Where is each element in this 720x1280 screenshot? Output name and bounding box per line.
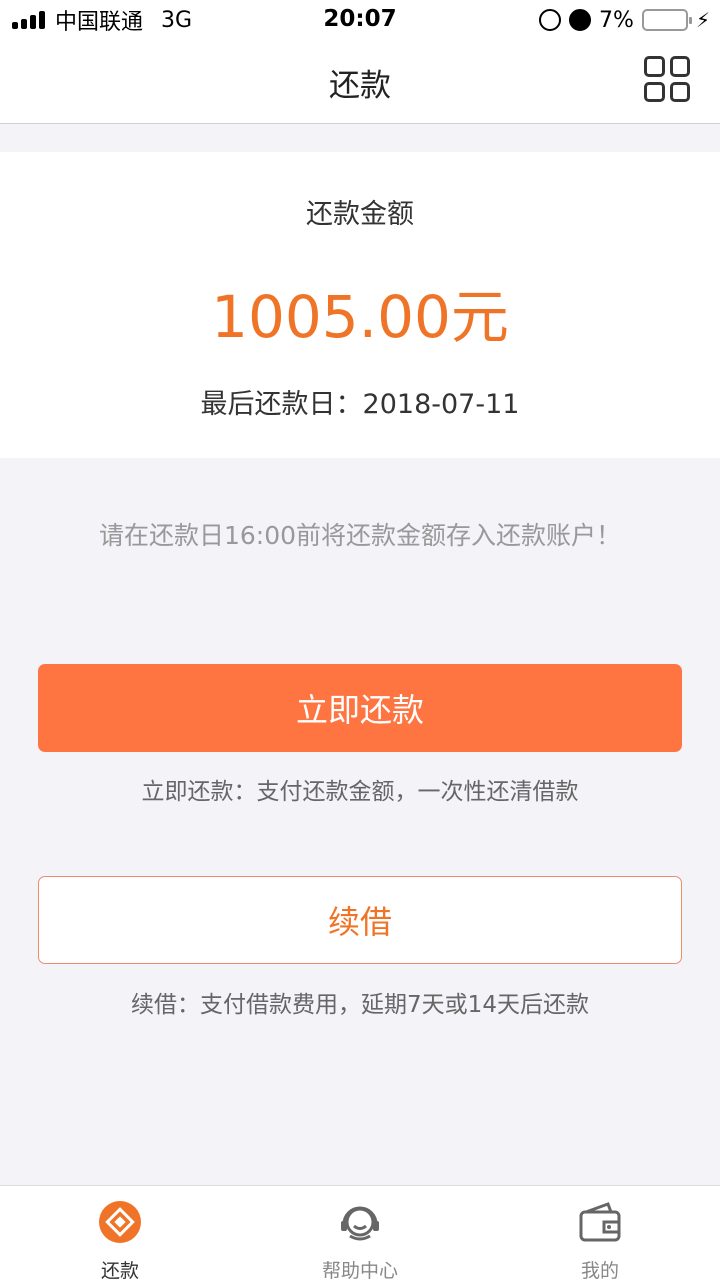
status-right: 7% ⚡ xyxy=(539,6,710,34)
due-date: 最后还款日：2018-07-11 xyxy=(200,389,520,420)
tab-mine-label: 我的 xyxy=(580,1260,619,1280)
repay-now-description: 立即还款：支付还款金额，一次性还清借款 xyxy=(141,779,579,805)
tab-repay-label: 还款 xyxy=(100,1260,139,1280)
charging-icon: ⚡ xyxy=(695,8,710,32)
tab-repay[interactable]: 还款 xyxy=(0,1186,240,1280)
amount-card: 还款金额 1005.00元 最后还款日：2018-07-11 xyxy=(0,152,720,458)
nav-bar: 还款 xyxy=(0,40,720,124)
wallet-icon xyxy=(579,1202,621,1242)
headset-icon xyxy=(341,1206,379,1241)
battery-percent: 7% xyxy=(599,7,634,33)
tab-mine[interactable]: 我的 xyxy=(480,1186,720,1280)
renew-description: 续借：支付借款费用，延期7天或14天后还款 xyxy=(131,992,589,1018)
alarm-icon xyxy=(569,9,592,31)
grid-icon[interactable] xyxy=(644,56,690,102)
repay-icon xyxy=(99,1201,141,1243)
repayment-notice: 请在还款日16:00前将还款金额存入还款账户！ xyxy=(98,521,622,550)
renew-button[interactable]: 续借 xyxy=(38,876,682,964)
status-bar: 中国联通 3G 20:07 7% ⚡ xyxy=(0,0,720,40)
repay-now-button[interactable]: 立即还款 xyxy=(38,664,682,752)
rotation-lock-icon xyxy=(539,9,562,31)
amount-value: 1005.00元 xyxy=(211,283,509,351)
amount-label: 还款金额 xyxy=(306,199,414,230)
tab-help-center-label: 帮助中心 xyxy=(321,1260,398,1280)
tab-help-center[interactable]: 帮助中心 xyxy=(240,1186,480,1280)
battery-icon xyxy=(641,9,692,31)
tab-bar: 还款 帮助中心 我的 xyxy=(0,1185,720,1280)
page-title: 还款 xyxy=(329,68,391,104)
